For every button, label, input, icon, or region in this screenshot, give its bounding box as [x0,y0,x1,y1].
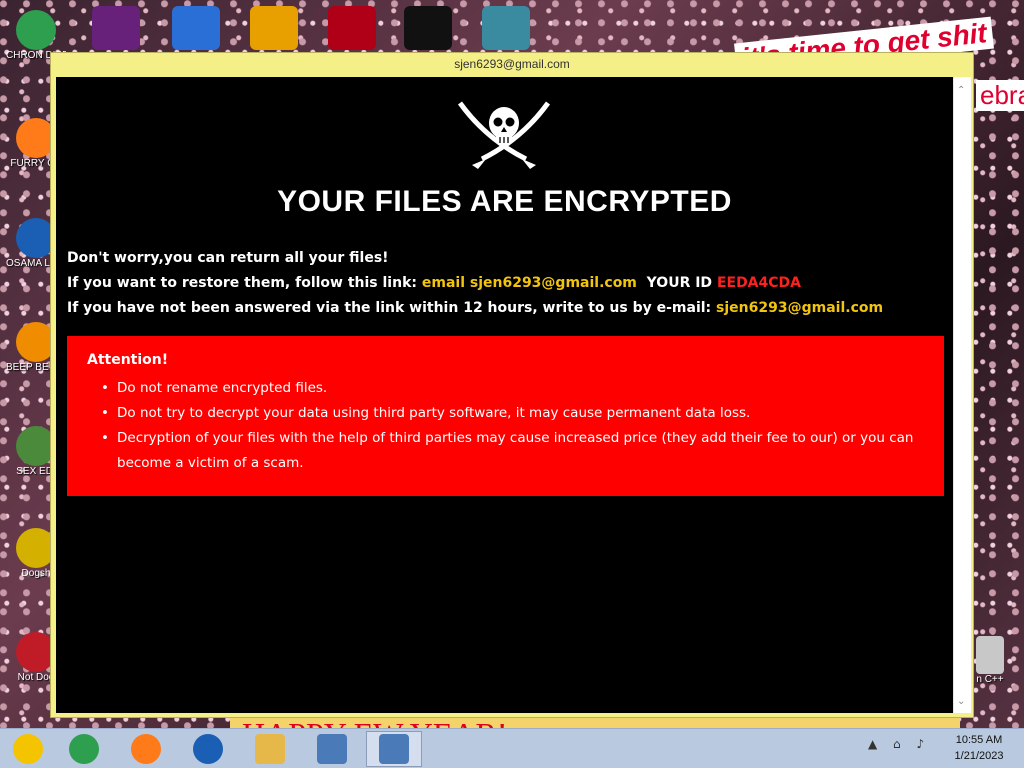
pirate-skull-icon [457,101,551,169]
chrome-icon [69,734,99,764]
folder-icon [255,734,285,764]
attention-item: Do not try to decrypt your data using th… [87,401,924,426]
attention-list: Do not rename encrypted files. Do not tr… [87,376,924,476]
system-tray[interactable]: ▲ ⌂ ♪ [868,737,930,751]
reassurance-line: Don't worry,you can return all your file… [67,250,389,266]
taskbar-button[interactable] [0,731,56,767]
attention-title: Attention! [87,352,169,368]
fallback-contact-text: If you have not been answered via the li… [67,300,712,316]
chrome-icon [16,10,56,50]
taskbar-button[interactable] [118,731,174,767]
taskbar-button[interactable] [304,731,360,767]
network-computer-icon [379,734,409,764]
scroll-down-icon[interactable]: ⌄ [957,696,965,707]
taskbar-button[interactable] [242,731,298,767]
ransom-headline: YOUR FILES ARE ENCRYPTED [277,185,732,218]
wallpaper-text-side: ebra [976,80,1024,111]
taskbar: ▲ ⌂ ♪ 10:55 AM 1/21/2023 [0,728,1024,768]
firefox-icon [131,734,161,764]
clock-time: 10:55 AM [955,734,1003,746]
visual-studio-icon[interactable] [92,6,140,50]
obama-logo-icon [193,734,223,764]
restore-instructions-line: If you want to restore them, follow this… [67,275,801,291]
recycle-bin-icon [976,636,1004,674]
ransom-note-window[interactable]: sjen6293@gmail.com YOUR FILES ARE ENCRYP… [50,52,974,718]
cmd-icon[interactable] [404,6,452,50]
clock-date: 1/21/2023 [954,750,1004,762]
fallback-contact-line: If you have not been answered via the li… [67,300,883,316]
taskbar-button[interactable] [56,731,112,767]
restore-instructions-text: If you want to restore them, follow this… [67,275,417,291]
victim-id-value: EEDA4CDA [716,275,801,291]
victim-id-label: YOUR ID [646,275,713,291]
attention-item: Decryption of your files with the help o… [87,426,924,476]
attention-item: Do not rename encrypted files. [87,376,924,401]
network-computer-icon [317,734,347,764]
taskbar-button[interactable] [180,731,236,767]
chrome-colored-icon [13,734,43,764]
game-icon[interactable] [482,6,530,50]
taskbar-button[interactable] [366,731,422,767]
vertical-scrollbar[interactable]: ⌃ ⌄ [954,77,971,713]
taskbar-clock[interactable]: 10:55 AM 1/21/2023 [944,732,1014,764]
scroll-up-icon[interactable]: ⌃ [957,85,965,96]
attention-box: Attention! Do not rename encrypted files… [67,336,944,496]
fallback-email[interactable]: sjen6293@gmail.com [716,300,883,316]
bird-logo-icon[interactable] [328,6,376,50]
window-title[interactable]: sjen6293@gmail.com [51,53,973,75]
ransom-note-content: YOUR FILES ARE ENCRYPTED Don't worry,you… [56,77,953,713]
photoscape-icon[interactable] [172,6,220,50]
restore-email-link[interactable]: email sjen6293@gmail.com [422,275,637,291]
p-logo-icon[interactable] [250,6,298,50]
reassurance-text: Don't worry,you can return all your file… [67,250,389,266]
